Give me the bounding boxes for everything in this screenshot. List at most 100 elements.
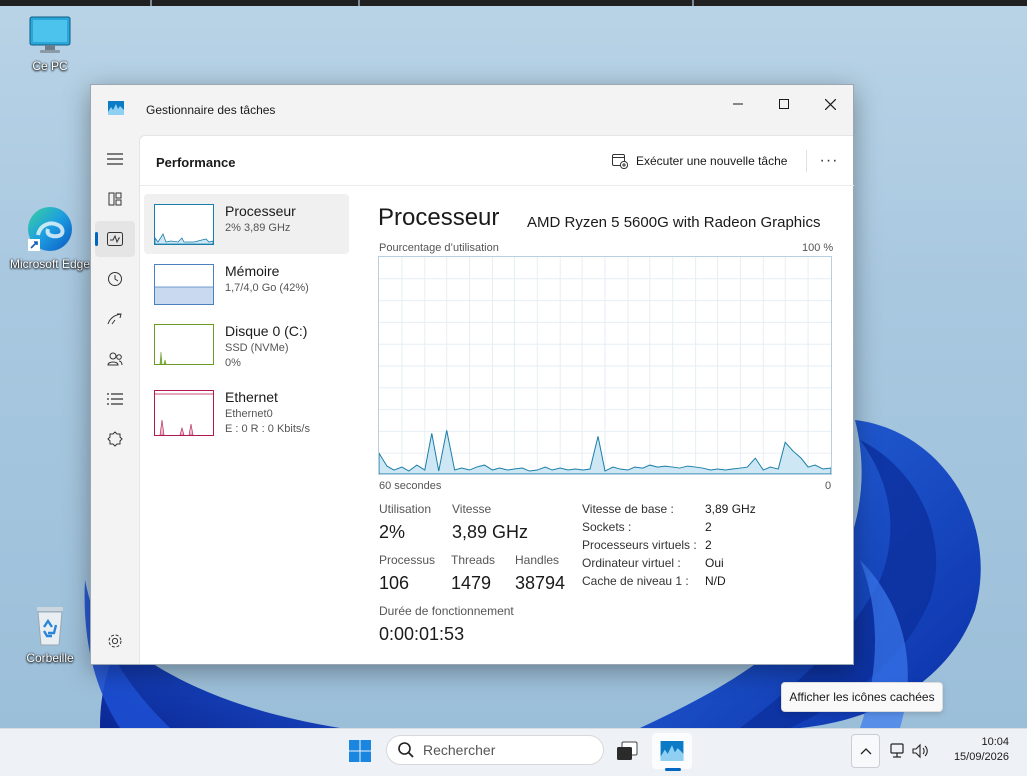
desktop-icon-recycle-bin[interactable]: Corbeille bbox=[5, 603, 95, 665]
handles-value: 38794 bbox=[515, 573, 566, 593]
startup-apps-icon bbox=[107, 313, 122, 325]
task-manager-window: Gestionnaire des tâches Performance Exéc… bbox=[90, 84, 854, 665]
run-new-task-label: Exécuter une nouvelle tâche bbox=[636, 154, 788, 168]
nav-services[interactable] bbox=[95, 421, 135, 457]
spec-label: Ordinateur virtuel : bbox=[582, 556, 681, 570]
desktop-icon-edge[interactable]: Microsoft Edge bbox=[5, 205, 95, 271]
resource-item-ethernet[interactable]: Ethernet Ethernet0 E : 0 R : 0 Kbits/s bbox=[144, 380, 349, 440]
spec-value: 2 bbox=[705, 520, 712, 534]
memory-thumbnail-graph bbox=[154, 264, 214, 305]
nav-performance[interactable] bbox=[95, 221, 135, 257]
window-title: Gestionnaire des tâches bbox=[146, 103, 276, 117]
disk-thumbnail-graph bbox=[154, 324, 214, 365]
more-options-button[interactable]: ··· bbox=[816, 150, 842, 172]
graph-max-label: 100 % bbox=[802, 242, 834, 254]
resource-name: Disque 0 (C:) bbox=[225, 323, 308, 339]
resource-detail: Ethernet0 bbox=[225, 408, 273, 420]
run-task-icon bbox=[612, 154, 628, 169]
resource-name: Processeur bbox=[225, 203, 296, 219]
settings-icon bbox=[108, 634, 122, 648]
uptime-label: Durée de fonctionnement bbox=[379, 604, 514, 618]
content-header: Performance Exécuter une nouvelle tâche … bbox=[140, 136, 854, 186]
processes-icon bbox=[108, 192, 122, 206]
resource-item-disk[interactable]: Disque 0 (C:) SSD (NVMe) 0% bbox=[144, 314, 349, 374]
taskbar-task-manager-button[interactable] bbox=[652, 733, 692, 769]
spec-label: Cache de niveau 1 : bbox=[582, 574, 689, 588]
desktop-icon-label: Microsoft Edge bbox=[9, 257, 91, 271]
desktop-icon-this-pc[interactable]: Ce PC bbox=[5, 15, 95, 73]
top-strip bbox=[0, 0, 1027, 6]
nav-details[interactable] bbox=[95, 381, 135, 417]
task-manager-taskbar-icon bbox=[660, 741, 684, 761]
taskbar-clock[interactable]: 10:04 15/09/2026 bbox=[954, 735, 1009, 765]
speed-value: 3,89 GHz bbox=[452, 522, 529, 542]
spec-value: Oui bbox=[705, 556, 724, 570]
nav-startup-apps[interactable] bbox=[95, 301, 135, 337]
desktop-icon-label: Corbeille bbox=[26, 651, 74, 665]
start-button[interactable] bbox=[340, 733, 380, 769]
detail-title: Processeur bbox=[378, 204, 500, 231]
clock-time: 10:04 bbox=[981, 736, 1009, 748]
resource-detail-2: 0% bbox=[225, 357, 241, 369]
search-placeholder: Rechercher bbox=[423, 742, 496, 758]
content-pane: Performance Exécuter une nouvelle tâche … bbox=[139, 135, 854, 664]
page-title: Performance bbox=[156, 155, 236, 170]
threads-value: 1479 bbox=[451, 573, 492, 593]
edge-icon bbox=[28, 207, 72, 251]
performance-icon bbox=[107, 232, 123, 246]
handles-label: Handles bbox=[515, 553, 560, 567]
network-button[interactable] bbox=[884, 733, 910, 769]
nav-settings[interactable] bbox=[95, 623, 135, 659]
services-icon bbox=[107, 431, 123, 447]
menu-icon bbox=[107, 153, 123, 165]
navigation-rail bbox=[91, 135, 139, 664]
show-hidden-icons-button[interactable] bbox=[851, 734, 880, 768]
task-view-icon bbox=[617, 741, 638, 760]
spec-label: Sockets : bbox=[582, 520, 632, 534]
processes-label: Processus bbox=[379, 553, 436, 567]
graph-time-label: 60 secondes bbox=[379, 480, 442, 492]
run-new-task-button[interactable]: Exécuter une nouvelle tâche bbox=[612, 150, 787, 172]
title-bar[interactable]: Gestionnaire des tâches bbox=[91, 85, 853, 135]
resource-name: Mémoire bbox=[225, 263, 280, 279]
more-icon: ··· bbox=[819, 152, 839, 169]
spec-value: 2 bbox=[705, 538, 712, 552]
threads-label: Threads bbox=[451, 553, 496, 567]
resource-name: Ethernet bbox=[225, 389, 278, 405]
recycle-bin-icon bbox=[37, 607, 63, 646]
nav-app-history[interactable] bbox=[95, 261, 135, 297]
users-icon bbox=[107, 352, 123, 366]
taskbar-search-box[interactable]: Rechercher bbox=[386, 735, 604, 765]
close-button[interactable] bbox=[807, 89, 853, 119]
resource-item-cpu[interactable]: Processeur 2% 3,89 GHz bbox=[144, 194, 349, 254]
task-view-button[interactable] bbox=[607, 733, 647, 769]
task-manager-app-icon bbox=[108, 101, 124, 115]
utilisation-label: Utilisation bbox=[379, 502, 432, 516]
graph-min-label: 0 bbox=[825, 480, 832, 492]
ethernet-thumbnail-graph bbox=[154, 390, 214, 436]
nav-users[interactable] bbox=[95, 341, 135, 377]
windows-logo-icon bbox=[349, 740, 371, 762]
close-icon bbox=[824, 98, 836, 110]
nav-menu-button[interactable] bbox=[95, 141, 135, 177]
maximize-icon bbox=[779, 99, 789, 109]
tooltip-hidden-icons: Afficher les icônes cachées bbox=[781, 682, 943, 712]
resource-item-memory[interactable]: Mémoire 1,7/4,0 Go (42%) bbox=[144, 254, 349, 314]
cpu-thumbnail-graph bbox=[154, 204, 214, 245]
cpu-model: AMD Ryzen 5 5600G with Radeon Graphics bbox=[527, 214, 821, 231]
chevron-up-icon bbox=[860, 748, 871, 755]
processes-value: 106 bbox=[379, 573, 410, 593]
computer-icon bbox=[29, 16, 71, 53]
maximize-button[interactable] bbox=[761, 89, 807, 119]
uptime-value: 0:00:01:53 bbox=[379, 624, 465, 644]
cpu-usage-graph bbox=[378, 256, 832, 475]
nav-processes[interactable] bbox=[95, 181, 135, 217]
resource-detail-2: E : 0 R : 0 Kbits/s bbox=[225, 423, 310, 435]
minimize-button[interactable] bbox=[715, 89, 761, 119]
utilisation-value: 2% bbox=[379, 522, 406, 542]
resource-detail: 1,7/4,0 Go (42%) bbox=[225, 282, 309, 294]
spec-label: Vitesse de base : bbox=[582, 502, 674, 516]
network-icon bbox=[890, 743, 904, 758]
volume-button[interactable] bbox=[908, 733, 934, 769]
clock-date: 15/09/2026 bbox=[953, 751, 1009, 763]
